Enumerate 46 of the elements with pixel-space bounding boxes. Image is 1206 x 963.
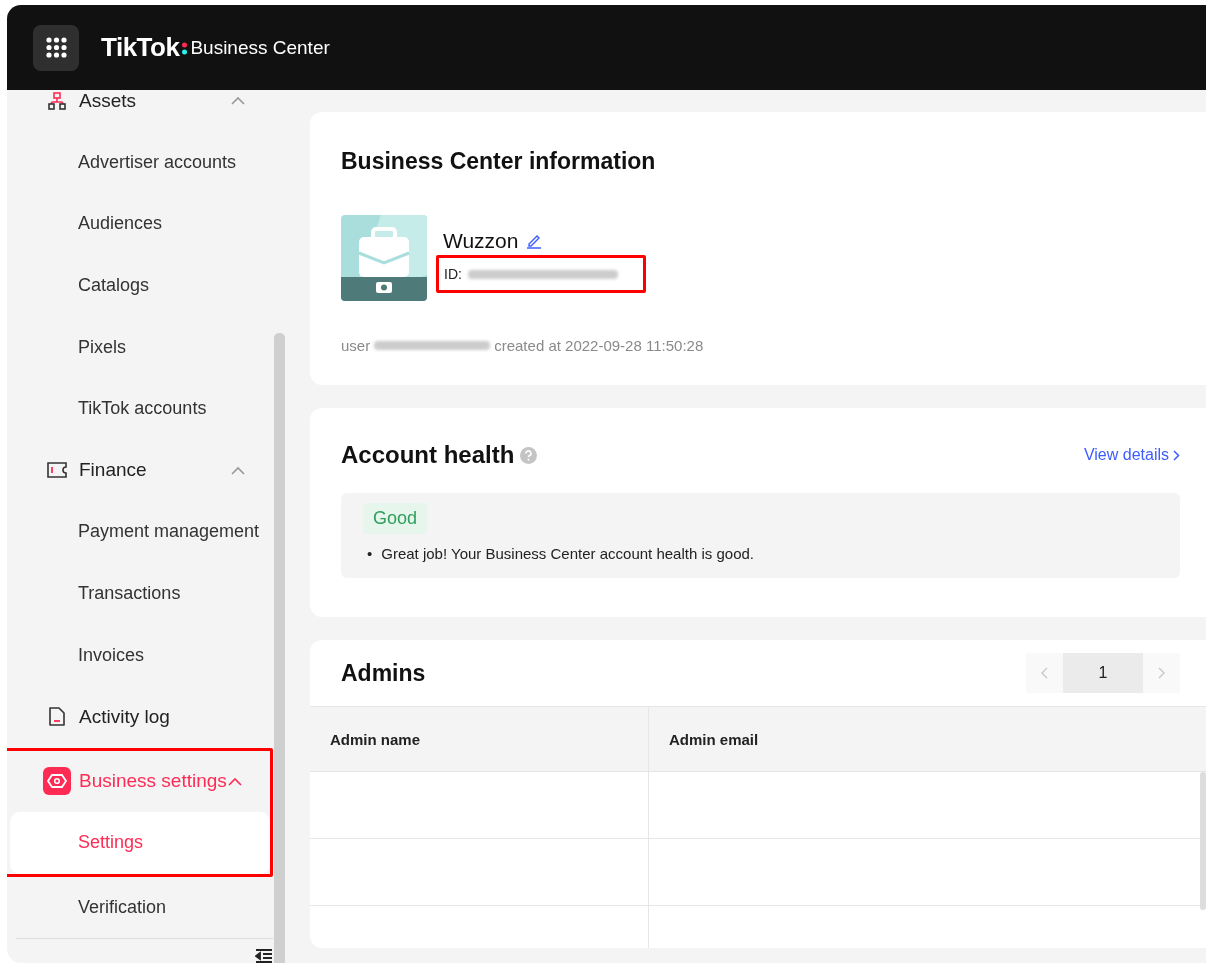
grid-icon [45, 37, 67, 58]
scrollbar[interactable] [274, 333, 285, 963]
chevron-right-icon [1173, 449, 1180, 461]
sidebar-subitem[interactable]: Transactions [16, 562, 273, 625]
sidebar-item[interactable]: Finance [7, 439, 273, 502]
scrollbar[interactable] [1200, 772, 1206, 910]
help-icon[interactable] [520, 446, 538, 464]
view-details-link[interactable]: View details [1083, 446, 1180, 464]
product-name: Business Center [190, 36, 330, 59]
document-icon [49, 707, 65, 727]
sidebar-subitem[interactable]: Audiences [16, 193, 273, 255]
status-tag: Good [363, 503, 428, 534]
sidebar-subitem[interactable]: Verification [16, 876, 273, 939]
chevron-left-icon [1041, 667, 1048, 679]
hierarchy-icon [48, 91, 66, 110]
card-title: Business Center information [341, 148, 657, 175]
colon-logo-icon [181, 40, 189, 55]
chevron-up-icon[interactable] [231, 96, 245, 106]
id-label: ID: [444, 266, 462, 282]
card-title: Account health [341, 441, 515, 469]
column-header: Admin name [310, 707, 649, 772]
wallet-icon [47, 462, 67, 479]
chevron-up-icon[interactable] [228, 776, 242, 786]
sidebar-subitem[interactable]: Payment management [16, 501, 273, 563]
health-note: Great job! Your Business Center account health is good. [381, 544, 754, 564]
column-header: Admin email [648, 707, 1206, 772]
page-button[interactable]: 1 [1063, 653, 1143, 693]
sidebar-subitem[interactable]: TikTok accounts [16, 377, 273, 440]
edit-icon[interactable] [526, 233, 543, 249]
chevron-up-icon[interactable] [231, 465, 245, 475]
sidebar-subitem[interactable]: Catalogs [16, 254, 273, 317]
logo-text: TikTok [101, 32, 180, 63]
creator-prefix: user [341, 337, 371, 354]
sidebar-subitem[interactable]: Invoices [16, 624, 273, 686]
collapse-menu-icon[interactable] [255, 949, 273, 963]
created-text: created at 2022-09-28 11:50:28 [494, 337, 704, 354]
sidebar-subitem[interactable]: Advertiser accounts [16, 131, 273, 194]
sidebar-subitem[interactable]: Pixels [16, 316, 273, 378]
app-menu-button[interactable] [33, 24, 79, 71]
bullet: • [367, 544, 373, 564]
card-title: Admins [341, 659, 426, 687]
business-name: Wuzzon [443, 229, 519, 253]
sidebar-item[interactable]: Assets [7, 90, 273, 132]
sidebar-subitem[interactable]: Settings [10, 812, 270, 874]
sidebar-item[interactable]: Activity log [7, 685, 273, 748]
chevron-right-icon [1158, 667, 1165, 679]
